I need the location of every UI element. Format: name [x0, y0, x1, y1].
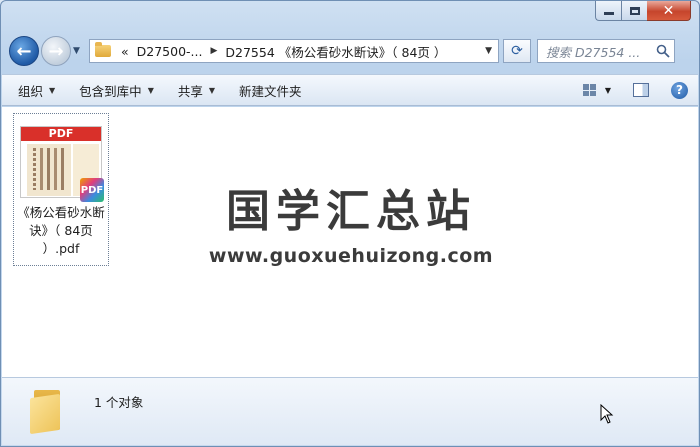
share-menu[interactable]: 共享 ▼	[178, 81, 215, 100]
caption-buttons: ✕	[595, 1, 691, 21]
organize-menu[interactable]: 组织 ▼	[18, 81, 55, 100]
search-input[interactable]: 搜索 D27554 ...	[538, 42, 652, 61]
folder-icon	[95, 42, 111, 57]
forward-arrow-icon: →	[48, 40, 64, 62]
search-icon[interactable]	[652, 44, 674, 58]
breadcrumb-separator-icon[interactable]: ▶	[206, 46, 221, 56]
scanned-page-image	[27, 144, 71, 196]
chevron-down-icon: ▼	[49, 85, 56, 95]
breadcrumb-overflow[interactable]: «	[117, 44, 133, 59]
minimize-icon	[603, 12, 614, 15]
file-item[interactable]: PDF PDF 《杨公看砂水断诀》（ 84页 ）.pdf	[13, 113, 109, 266]
file-list-area[interactable]: PDF PDF 《杨公看砂水断诀》（ 84页 ）.pdf 国学汇总站 www.g…	[2, 107, 698, 377]
back-button[interactable]: ←	[9, 36, 39, 66]
pdf-banner: PDF	[21, 127, 101, 141]
refresh-button[interactable]: ⟳	[503, 39, 531, 63]
new-folder-label: 新建文件夹	[239, 83, 302, 99]
recent-pages-dropdown[interactable]: ▼	[73, 46, 85, 56]
navigation-bar: ← → ▼ « D27500-... ▶ D27554 《杨公看砂水断诀》（ 8…	[9, 35, 691, 67]
command-bar: 组织 ▼ 包含到库中 ▼ 共享 ▼ 新建文件夹 ▼ ?	[2, 74, 698, 106]
search-box[interactable]: 搜索 D27554 ...	[537, 39, 675, 63]
details-pane: 1 个对象	[2, 377, 698, 445]
preview-pane-icon[interactable]	[633, 83, 649, 97]
pdf-app-icon: PDF	[80, 178, 104, 202]
include-in-library-label: 包含到库中	[79, 83, 142, 99]
explorer-window: ✕ ← → ▼ « D27500-... ▶ D27554 《杨公看砂水断诀》（…	[0, 0, 700, 447]
folder-icon	[30, 390, 66, 435]
chevron-down-icon: ▼	[208, 85, 216, 95]
forward-button[interactable]: →	[41, 36, 71, 66]
breadcrumb-item-parent[interactable]: D27500-...	[133, 44, 207, 59]
mouse-pointer-icon	[600, 404, 614, 424]
view-options-dropdown-icon[interactable]: ▼	[605, 86, 611, 95]
minimize-button[interactable]	[595, 1, 621, 21]
close-button[interactable]: ✕	[647, 1, 691, 21]
address-bar[interactable]: « D27500-... ▶ D27554 《杨公看砂水断诀》（ 84页 ） ▼	[89, 39, 499, 63]
include-in-library-menu[interactable]: 包含到库中 ▼	[79, 81, 154, 100]
file-name[interactable]: 《杨公看砂水断诀》（ 84页 ）.pdf	[14, 204, 108, 258]
item-count: 1 个对象	[94, 395, 144, 410]
new-folder-button[interactable]: 新建文件夹	[239, 81, 302, 100]
chevron-down-icon: ▼	[147, 85, 154, 95]
address-dropdown-icon[interactable]: ▼	[479, 46, 498, 56]
change-view-icon[interactable]	[582, 84, 597, 96]
close-icon: ✕	[662, 2, 675, 19]
help-icon[interactable]: ?	[671, 81, 688, 99]
organize-label: 组织	[18, 83, 44, 99]
share-label: 共享	[177, 83, 203, 99]
back-arrow-icon: ←	[16, 40, 32, 62]
maximize-button[interactable]	[621, 1, 647, 21]
maximize-icon	[629, 6, 640, 15]
refresh-icon: ⟳	[511, 43, 523, 59]
breadcrumb-item-current[interactable]: D27554 《杨公看砂水断诀》（ 84页 ）	[221, 42, 450, 61]
